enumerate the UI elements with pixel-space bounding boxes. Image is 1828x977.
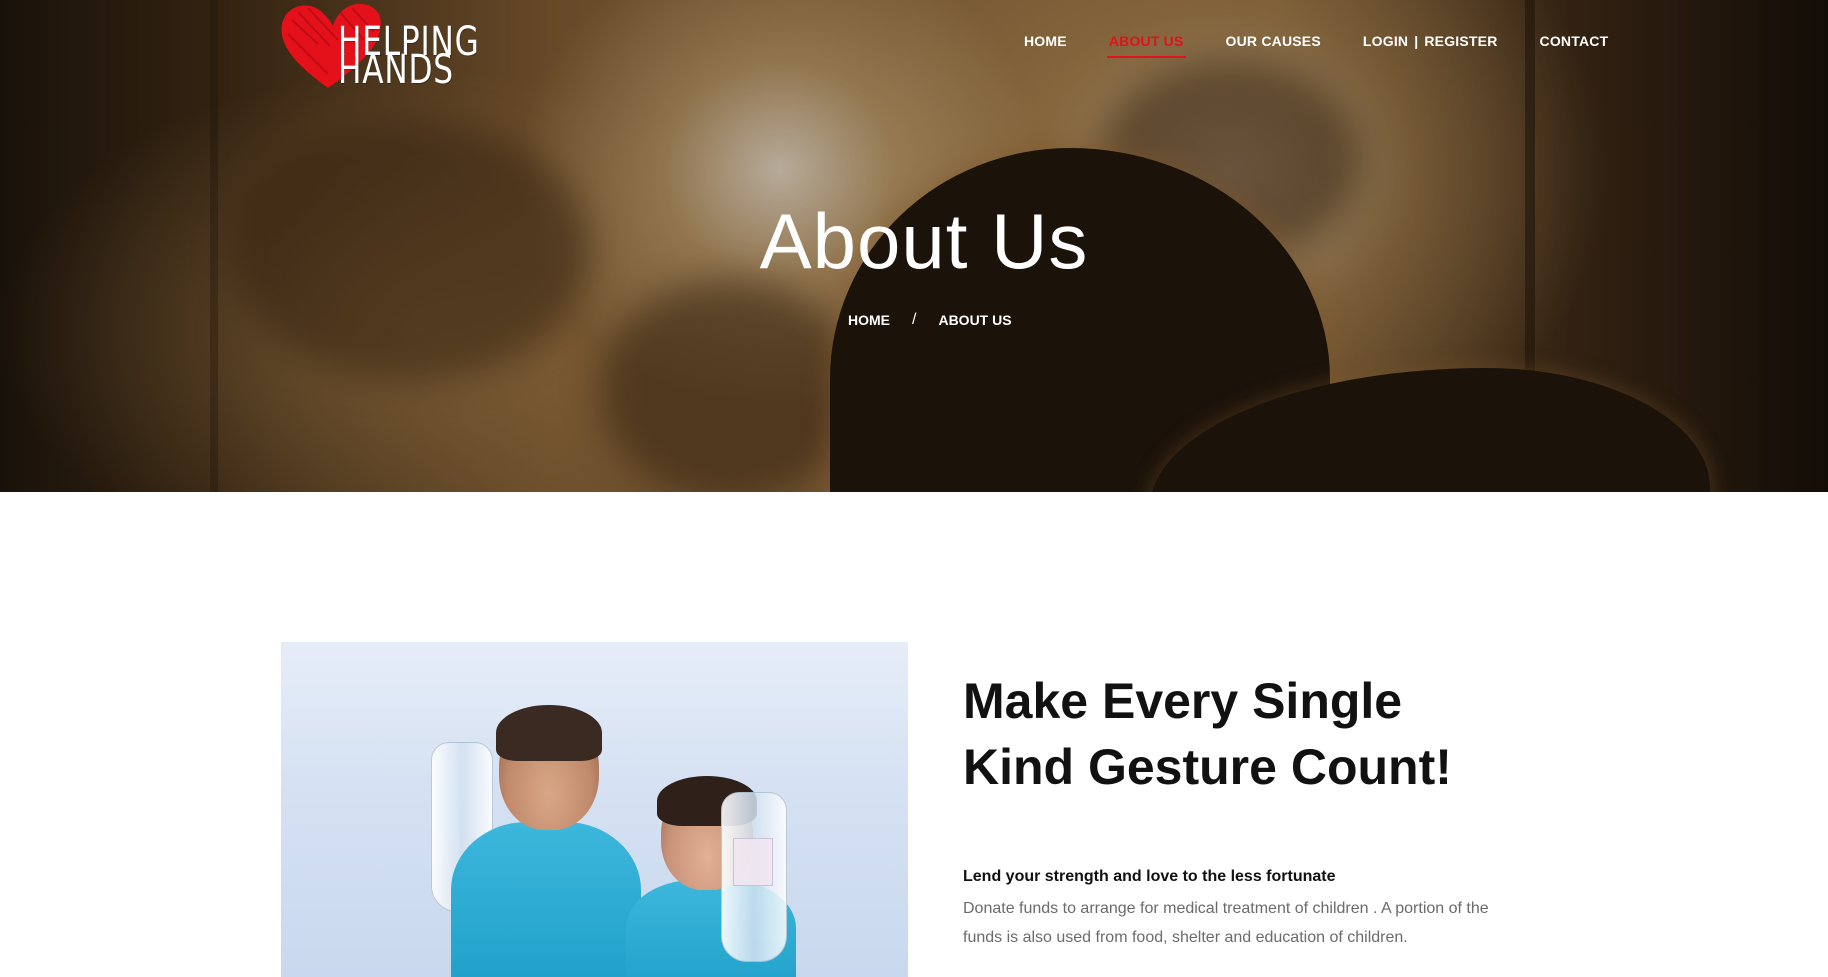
breadcrumb-separator: / — [912, 311, 917, 328]
main-navigation: HOME ABOUT US OUR CAUSES LOGIN | REGISTE… — [1024, 33, 1609, 58]
nav-our-causes[interactable]: OUR CAUSES — [1226, 33, 1321, 49]
nav-about-us[interactable]: ABOUT US — [1106, 33, 1186, 58]
section-body-text: Donate funds to arrange for medical trea… — [963, 900, 1489, 946]
breadcrumb-current: ABOUT US — [938, 312, 1012, 328]
hero-banner: HELPING HANDS HOME ABOUT US OUR CAUSES L… — [0, 0, 1828, 492]
headline-line-2: Kind Gesture Count! — [963, 739, 1452, 795]
nav-home[interactable]: HOME — [1024, 33, 1067, 49]
logo-text-hands: HANDS — [338, 47, 454, 93]
page-title: About Us — [759, 197, 1089, 285]
nav-login-register-separator: | — [1414, 33, 1419, 49]
site-logo[interactable]: HELPING HANDS — [278, 0, 504, 92]
child-hair — [496, 705, 602, 761]
nav-contact[interactable]: CONTACT — [1540, 33, 1609, 49]
iv-bag-label — [733, 838, 773, 886]
headline-line-1: Make Every Single — [963, 673, 1403, 729]
breadcrumb-home-link[interactable]: HOME — [848, 312, 890, 328]
nav-login[interactable]: LOGIN — [1363, 33, 1408, 49]
section-headline: Make Every Single Kind Gesture Count! — [963, 668, 1523, 800]
breadcrumb: HOME / ABOUT US — [848, 311, 1012, 329]
child-gown — [451, 822, 641, 977]
nav-register[interactable]: REGISTER — [1424, 33, 1497, 49]
section-subheading: Lend your strength and love to the less … — [963, 868, 1336, 885]
children-iv-photo — [281, 642, 908, 977]
